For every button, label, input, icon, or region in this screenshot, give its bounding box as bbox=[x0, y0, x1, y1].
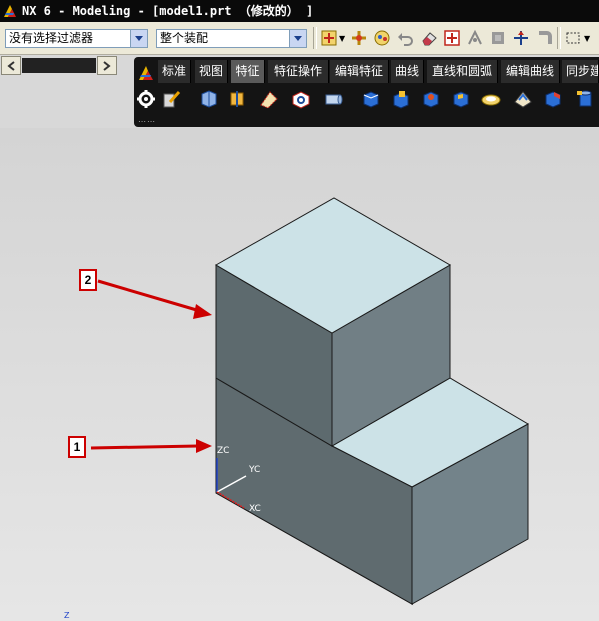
orient-icon[interactable] bbox=[512, 29, 530, 47]
tab-edit-feature[interactable]: 编辑特征 bbox=[330, 60, 389, 83]
block-icon[interactable] bbox=[360, 88, 382, 110]
move-icon[interactable] bbox=[466, 29, 484, 47]
sweep-icon[interactable] bbox=[258, 88, 280, 110]
tab-standard[interactable]: 标准 bbox=[158, 60, 191, 83]
cylinder-feature-icon[interactable] bbox=[574, 88, 596, 110]
scroll-left-button[interactable] bbox=[1, 56, 21, 75]
tube-icon[interactable] bbox=[290, 88, 312, 110]
eraser-icon[interactable] bbox=[420, 29, 438, 47]
window-title: NX 6 - Modeling - [model1.prt （修改的） ] bbox=[22, 4, 314, 18]
model-scene[interactable]: ZC YC XC Z bbox=[0, 128, 599, 621]
snap-point-icon[interactable] bbox=[320, 29, 338, 47]
revolve-icon[interactable] bbox=[226, 88, 248, 110]
quick-pick-icon[interactable] bbox=[350, 29, 368, 47]
tab-synchronous-modeling[interactable]: 同步建 bbox=[562, 60, 599, 83]
callout-label-2: 2 bbox=[79, 269, 97, 291]
nx-logo-icon bbox=[4, 5, 16, 17]
display-icon[interactable] bbox=[373, 29, 391, 47]
sketch-icon[interactable] bbox=[161, 88, 183, 110]
ribbon-icon-row bbox=[134, 86, 599, 116]
tab-features[interactable]: 特征 bbox=[231, 60, 265, 83]
absolute-csys-label: Z bbox=[64, 611, 70, 620]
ribbon-grip[interactable]: ⋯⋯ bbox=[138, 117, 156, 126]
layer-icon[interactable] bbox=[489, 29, 507, 47]
toolbar-divider bbox=[557, 27, 561, 49]
resource-scrollbar[interactable] bbox=[22, 58, 96, 73]
selection-scope-value: 整个装配 bbox=[160, 31, 209, 45]
undo-icon[interactable] bbox=[396, 29, 414, 47]
selection-filter-value: 没有选择过滤器 bbox=[9, 31, 94, 45]
nx-logo-icon bbox=[139, 66, 153, 80]
toolbar-divider bbox=[313, 27, 317, 49]
ribbon-tabs: 标准 视图 特征 特征操作 编辑特征 曲线 直线和圆弧 编辑曲线 同步建 bbox=[134, 60, 599, 83]
tab-edit-curve[interactable]: 编辑曲线 bbox=[501, 60, 560, 83]
rectangle-select-icon[interactable] bbox=[564, 29, 582, 47]
ribbon-toolbar: 标准 视图 特征 特征操作 编辑特征 曲线 直线和圆弧 编辑曲线 同步建 ⋯⋯ bbox=[134, 57, 599, 127]
selection-filter-dropdown[interactable]: 没有选择过滤器 bbox=[5, 29, 148, 48]
wcs-zc-label: ZC bbox=[217, 446, 229, 456]
top-toolbar: 没有选择过滤器 整个装配 ▼ ▼ bbox=[0, 22, 599, 55]
chevron-down-icon[interactable]: ▼ bbox=[584, 34, 590, 43]
chevron-down-icon[interactable] bbox=[289, 30, 306, 47]
title-bar: NX 6 - Modeling - [model1.prt （修改的） ] bbox=[0, 0, 599, 22]
pipe-icon[interactable] bbox=[535, 29, 553, 47]
gear-icon[interactable] bbox=[135, 88, 157, 110]
chevron-left-icon bbox=[7, 61, 15, 71]
pad-icon[interactable] bbox=[480, 88, 502, 110]
scroll-right-button[interactable] bbox=[97, 56, 117, 75]
target-icon[interactable] bbox=[443, 29, 461, 47]
boss-icon[interactable] bbox=[390, 88, 412, 110]
tab-feature-operations[interactable]: 特征操作 bbox=[268, 60, 329, 83]
tab-line-and-arc[interactable]: 直线和圆弧 bbox=[427, 60, 498, 83]
selection-scope-dropdown[interactable]: 整个装配 bbox=[156, 29, 307, 48]
hole-icon[interactable] bbox=[420, 88, 442, 110]
chevron-down-icon[interactable] bbox=[130, 30, 147, 47]
thread-icon[interactable] bbox=[542, 88, 564, 110]
groove-icon[interactable] bbox=[512, 88, 534, 110]
extrude-icon[interactable] bbox=[198, 88, 220, 110]
tab-curve[interactable]: 曲线 bbox=[391, 60, 424, 83]
chevron-down-icon[interactable]: ▼ bbox=[339, 34, 345, 43]
callout-label-1: 1 bbox=[68, 436, 86, 458]
chevron-right-icon bbox=[103, 61, 111, 71]
graphics-viewport[interactable]: ZC YC XC Z 2 1 bbox=[0, 128, 599, 621]
wcs-yc-label: YC bbox=[248, 465, 260, 475]
pocket-icon[interactable] bbox=[450, 88, 472, 110]
wcs-xc-label: XC bbox=[249, 504, 261, 514]
cylinder-icon[interactable] bbox=[322, 88, 344, 110]
tab-view[interactable]: 视图 bbox=[195, 60, 228, 83]
